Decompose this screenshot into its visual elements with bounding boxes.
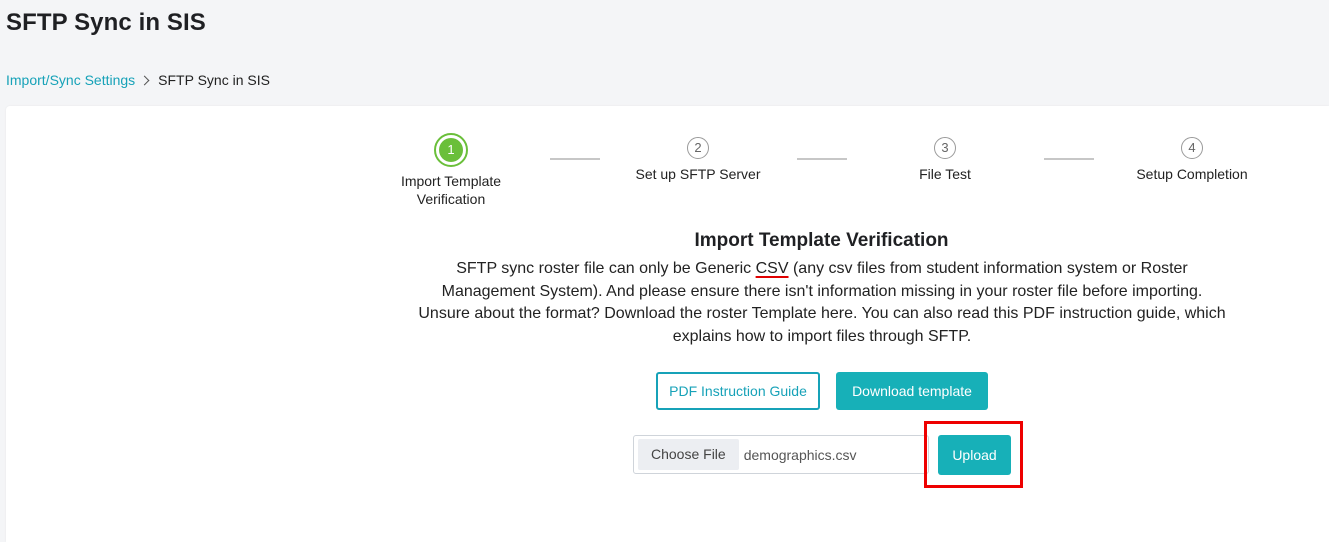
upload-button[interactable]: Upload [938, 435, 1011, 475]
choose-file-button[interactable]: Choose File [638, 439, 739, 470]
file-input[interactable]: Choose File demographics.csv [633, 435, 929, 474]
step-4-number: 4 [1181, 137, 1203, 159]
step-3-label: File Test [919, 166, 971, 182]
step-4: 4 Setup Completion [1117, 137, 1267, 183]
step-2-number: 2 [687, 137, 709, 159]
step-1-label: Import Template Verification [376, 172, 526, 208]
step-1-indicator: 1 [434, 133, 468, 167]
chevron-right-icon [139, 75, 150, 85]
step-2-label: Set up SFTP Server [635, 166, 761, 182]
step-1: 1 Import Template Verification [376, 133, 526, 208]
breadcrumb: Import/Sync Settings SFTP Sync in SIS [6, 72, 270, 88]
selected-file-name: demographics.csv [743, 446, 857, 463]
pdf-instruction-guide-button[interactable]: PDF Instruction Guide [656, 372, 820, 410]
step-3: 3 File Test [870, 137, 1020, 183]
step-3-number: 3 [934, 137, 956, 159]
breadcrumb-link-import-sync-settings[interactable]: Import/Sync Settings [6, 72, 135, 88]
step-2: 2 Set up SFTP Server [623, 137, 773, 183]
step-1-number: 1 [439, 138, 463, 162]
breadcrumb-current: SFTP Sync in SIS [158, 72, 270, 88]
step-1-label-line2: Verification [416, 191, 486, 207]
step-connector-3 [1044, 158, 1094, 160]
section-title: Import Template Verification [694, 230, 949, 251]
step-connector-2 [797, 158, 847, 160]
download-template-button[interactable]: Download template [836, 372, 988, 410]
section-description: SFTP sync roster file can only be Generi… [418, 258, 1226, 348]
main-card: 1 Import Template Verification 2 Set up … [6, 106, 1329, 542]
step-4-label: Setup Completion [1136, 166, 1248, 182]
page-title: SFTP Sync in SIS [6, 9, 206, 36]
description-csv-highlight: CSV [755, 260, 789, 277]
step-1-label-line1: Import Template [400, 173, 502, 189]
description-text-start: SFTP sync roster file can only be Generi… [456, 260, 756, 277]
step-connector-1 [550, 158, 600, 160]
